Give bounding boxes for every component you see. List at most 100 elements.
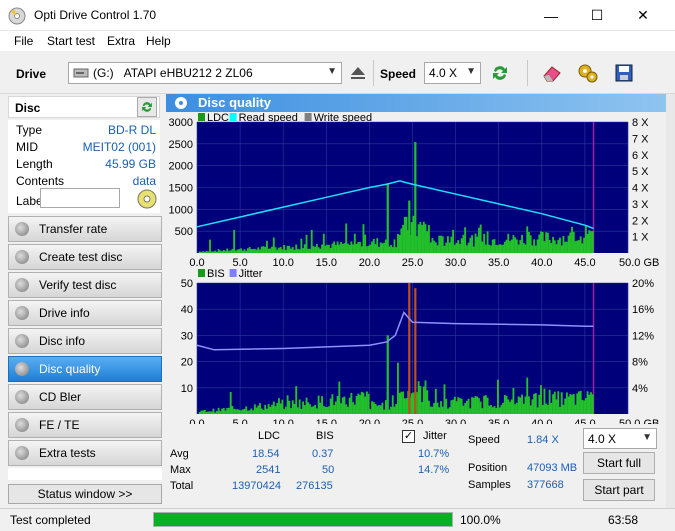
sidebar: Disc Type BD-R DL MID MEIT02 (001) Length 4… [0, 94, 164, 508]
noise-bar [590, 392, 592, 414]
drive-select[interactable]: (G:) ATAPI eHBU212 2 ZL06 ▼ [68, 62, 342, 84]
test-speed-select[interactable]: 4.0 X ▼ [583, 428, 657, 449]
nav-drive-info[interactable]: Drive info [8, 300, 162, 326]
noise-bar [453, 396, 456, 414]
disc-icon [15, 418, 29, 432]
noise-bar [312, 246, 315, 253]
nav-label: Disc quality [39, 362, 101, 376]
noise-bar [233, 229, 236, 253]
noise-bar [433, 240, 436, 253]
noise-bar [383, 409, 386, 414]
disc-refresh-button[interactable] [137, 97, 157, 117]
noise-bar [583, 400, 586, 414]
noise-bar [531, 399, 534, 414]
noise-bar [336, 396, 339, 414]
noise-bar [484, 395, 487, 414]
noise-bar [460, 398, 463, 414]
noise-bar [257, 405, 260, 414]
noise-bar [393, 406, 396, 414]
noise-bar [378, 246, 380, 253]
noise-bar [557, 239, 560, 253]
y-tick-label: 500 [175, 226, 193, 238]
noise-bar [469, 408, 472, 414]
nav-cd-bler[interactable]: CD Bler [8, 384, 162, 410]
noise-bar [224, 410, 227, 414]
noise-bar [462, 405, 465, 414]
maximize-button[interactable]: ☐ [574, 0, 620, 31]
noise-bar [272, 237, 275, 253]
nav-verify-test-disc[interactable]: Verify test disc [8, 272, 162, 298]
noise-bar [514, 237, 517, 253]
noise-bar [274, 247, 277, 253]
noise-bar [267, 248, 270, 253]
noise-bar [417, 381, 420, 414]
noise-bar [367, 393, 370, 414]
menu-help[interactable]: Help [146, 34, 171, 48]
noise-bar [436, 402, 439, 414]
x-tick-label: 15.0 [316, 257, 337, 269]
close-button[interactable]: ✕ [620, 0, 666, 31]
noise-bar [372, 238, 375, 253]
nav-disc-info[interactable]: Disc info [8, 328, 162, 354]
start-full-button[interactable]: Start full [583, 452, 655, 474]
noise-bar [460, 238, 463, 253]
noise-bar [521, 394, 523, 414]
noise-bar [224, 250, 227, 253]
noise-bar [353, 404, 356, 414]
noise-bar [540, 231, 542, 253]
noise-bar [519, 240, 522, 253]
legend-swatch [229, 269, 237, 277]
speed-select[interactable]: 4.0 X ▼ [424, 62, 481, 84]
noise-bar [364, 234, 367, 253]
nav-extra-tests[interactable]: Extra tests [8, 440, 162, 466]
disc-label-input[interactable] [40, 188, 120, 208]
noise-bar [374, 404, 377, 414]
refresh-speed-button[interactable] [487, 60, 513, 86]
noise-bar [441, 236, 444, 253]
noise-bar [303, 244, 306, 253]
start-part-button[interactable]: Start part [583, 479, 655, 501]
disc-label-button[interactable] [136, 188, 158, 210]
noise-bar [209, 239, 211, 253]
vertical-scrollbar[interactable] [666, 94, 675, 508]
noise-bar [493, 406, 496, 414]
drive-name: ATAPI eHBU212 2 ZL06 [123, 66, 253, 80]
peak-bar [386, 183, 389, 253]
info-key: MID [16, 140, 38, 154]
noise-bar [293, 249, 296, 253]
menu-start-test[interactable]: Start test [47, 34, 95, 48]
floppy-save-icon [615, 64, 633, 82]
y-tick-label: 10 [181, 383, 193, 395]
disc-icon [15, 362, 29, 376]
noise-bar [438, 407, 441, 414]
eject-button[interactable] [345, 60, 371, 86]
nav-fe-te[interactable]: FE / TE [8, 412, 162, 438]
settings-button[interactable] [575, 60, 601, 86]
eraser-icon [543, 66, 561, 82]
nav-transfer-rate[interactable]: Transfer rate [8, 216, 162, 242]
noise-bar [538, 394, 541, 414]
menu-file[interactable]: File [14, 34, 33, 48]
noise-bar [350, 392, 353, 414]
legend-swatch [198, 113, 205, 121]
stats-total-bis: 276135 [296, 480, 333, 492]
legend-swatch [304, 113, 312, 121]
save-button[interactable] [611, 60, 637, 86]
menu-extra[interactable]: Extra [107, 34, 135, 48]
jitter-checkbox[interactable]: ✓ [402, 430, 415, 443]
disc-quality-charts: 0.0 5.0 10.0 15.0 20.0 25.0 30.0 35.0 40.0 45.0 50… [169, 112, 660, 424]
minimize-button[interactable]: — [528, 0, 574, 31]
y-tick-label: 40 [181, 304, 193, 316]
noise-bar [533, 239, 536, 253]
noise-bar [296, 248, 299, 253]
noise-bar [424, 380, 427, 414]
y2-tick-label: 2 X [632, 215, 649, 227]
noise-bar [345, 404, 348, 414]
noise-bar [305, 397, 308, 414]
nav-disc-quality[interactable]: Disc quality [8, 356, 162, 382]
erase-button[interactable] [539, 60, 565, 86]
noise-bar [452, 229, 455, 253]
status-window-button[interactable]: Status window >> [8, 484, 162, 504]
noise-bar [243, 249, 246, 253]
nav-create-test-disc[interactable]: Create test disc [8, 244, 162, 270]
